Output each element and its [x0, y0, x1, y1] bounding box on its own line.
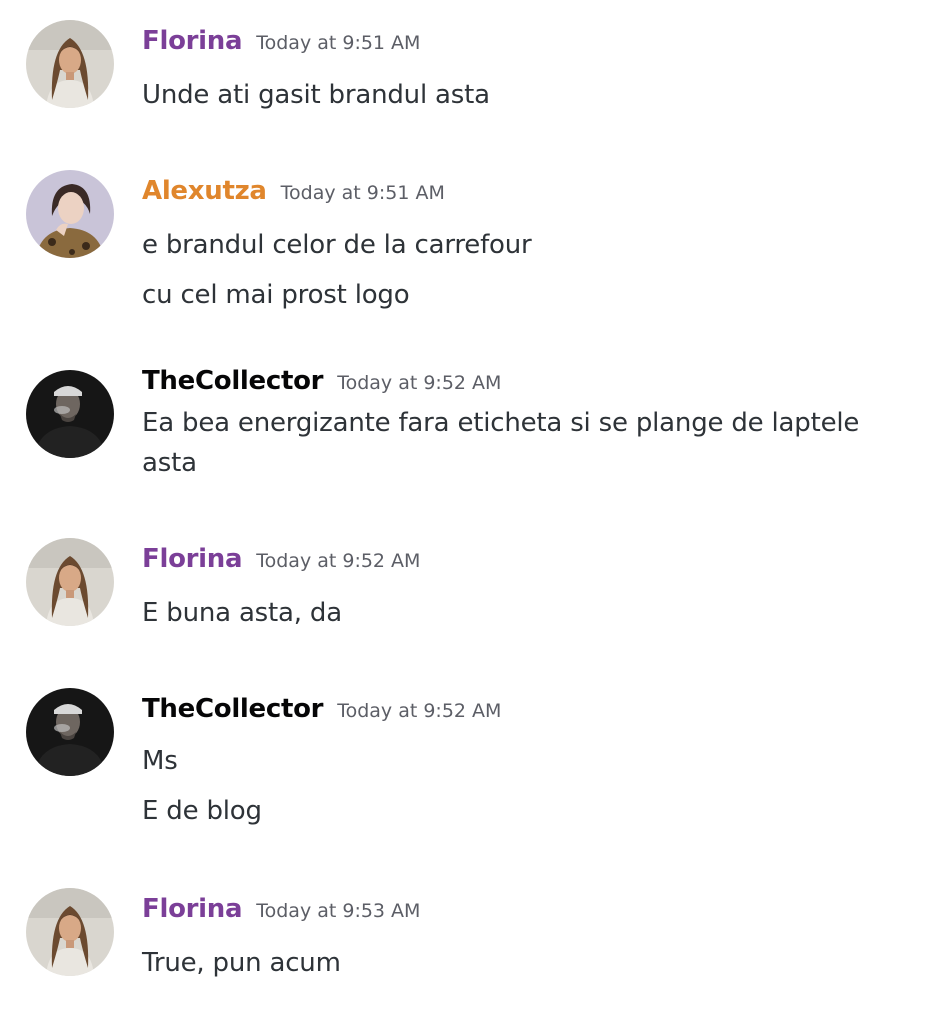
avatar-image	[26, 538, 114, 626]
username[interactable]: TheCollector	[142, 694, 324, 724]
avatar-image	[26, 370, 114, 458]
message-text: True, pun acum	[142, 948, 341, 978]
message-text: Ms	[142, 746, 178, 776]
timestamp: Today at 9:51 AM	[256, 32, 421, 54]
message-text: cu cel mai prost logo	[142, 280, 410, 310]
username[interactable]: TheCollector	[142, 366, 324, 396]
message-text: asta	[142, 448, 197, 478]
timestamp: Today at 9:51 AM	[280, 182, 445, 204]
message-text: Ea bea energizante fara eticheta si se p…	[142, 408, 860, 438]
username[interactable]: Florina	[142, 26, 243, 56]
avatar[interactable]	[26, 888, 114, 976]
timestamp: Today at 9:53 AM	[256, 900, 421, 922]
avatar-image	[26, 888, 114, 976]
username[interactable]: Florina	[142, 544, 243, 574]
timestamp: Today at 9:52 AM	[256, 550, 421, 572]
message-header: Florina Today at 9:52 AM	[142, 544, 420, 578]
avatar-image	[26, 20, 114, 108]
timestamp: Today at 9:52 AM	[337, 372, 502, 394]
username[interactable]: Florina	[142, 894, 243, 924]
username[interactable]: Alexutza	[142, 176, 267, 206]
avatar[interactable]	[26, 688, 114, 776]
avatar[interactable]	[26, 370, 114, 458]
timestamp: Today at 9:52 AM	[337, 700, 502, 722]
message-text: Unde ati gasit brandul asta	[142, 80, 490, 110]
avatar-image	[26, 688, 114, 776]
message-header: Florina Today at 9:53 AM	[142, 894, 420, 928]
message-header: TheCollector Today at 9:52 AM	[142, 366, 501, 400]
avatar[interactable]	[26, 20, 114, 108]
message-header: Alexutza Today at 9:51 AM	[142, 176, 445, 210]
avatar-image	[26, 170, 114, 258]
message-header: Florina Today at 9:51 AM	[142, 26, 420, 60]
avatar[interactable]	[26, 538, 114, 626]
message-text: E buna asta, da	[142, 598, 342, 628]
avatar[interactable]	[26, 170, 114, 258]
message-header: TheCollector Today at 9:52 AM	[142, 694, 501, 728]
message-text: E de blog	[142, 796, 262, 826]
message-text: e brandul celor de la carrefour	[142, 230, 532, 260]
